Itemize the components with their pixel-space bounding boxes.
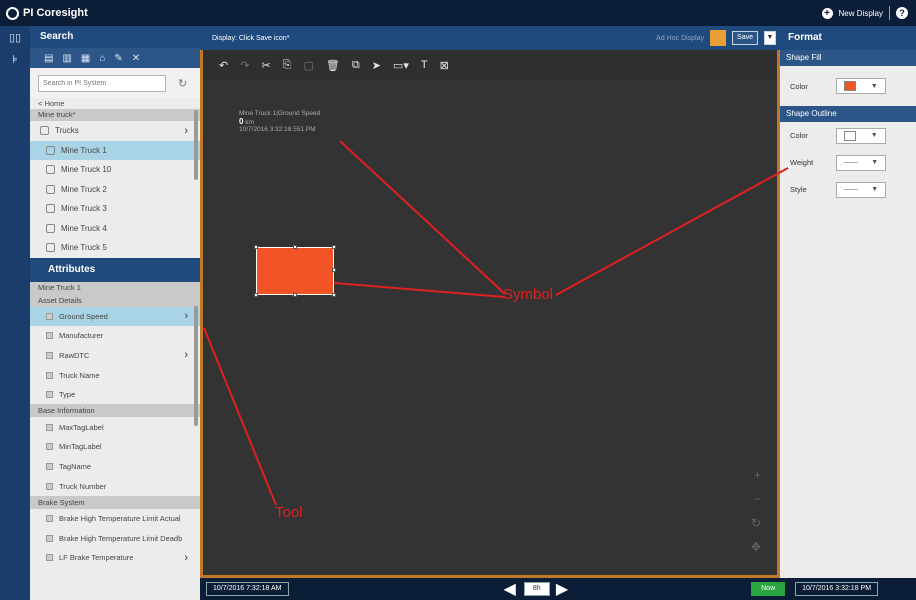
annotation-lines — [203, 140, 789, 506]
tool-annotation-label: Tool — [275, 504, 303, 521]
symbol-annotation-label: Symbol — [503, 286, 554, 303]
annotation-line — [339, 140, 506, 295]
annotation-line — [555, 167, 789, 296]
annotation-line — [203, 327, 277, 506]
annotation-line — [333, 282, 506, 298]
